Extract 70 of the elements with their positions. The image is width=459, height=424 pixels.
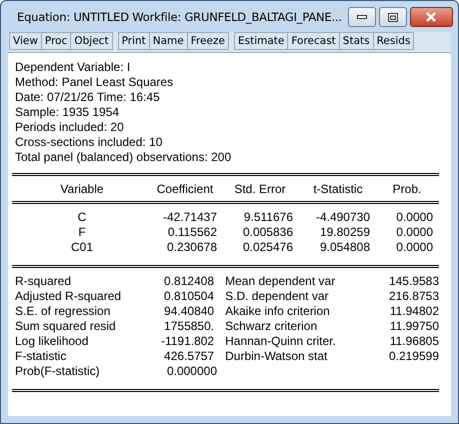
table-cell-text: 0.005836 — [242, 225, 293, 240]
header-line: Cross-sections included: 10 — [14, 135, 164, 150]
table-cell-text: -42.71437 — [162, 210, 217, 225]
toolbar-button[interactable]: View — [9, 32, 42, 50]
table-cell-text: 0.025476 — [242, 240, 293, 255]
window-title: Equation: UNTITLED Workfile: GRUNFELD_BALTAGI_PANE... — [17, 10, 342, 24]
minimize-icon — [356, 15, 367, 19]
toolbar-button[interactable]: Print — [118, 32, 150, 50]
table-cell-text: -4.490730 — [314, 210, 370, 225]
stat-label: S.E. of regression — [14, 304, 112, 319]
stat-value: 0.812408 — [163, 274, 214, 289]
header-line: Periods included: 20 — [14, 120, 125, 135]
stat-value: 94.40840 — [163, 304, 214, 319]
header-line: Dependent Variable: I — [14, 60, 132, 75]
column-header: t-Statistic — [312, 182, 364, 197]
stat-label: Hannan-Quinn criter. — [224, 334, 337, 349]
stat-label: Prob(F-statistic) — [14, 364, 101, 379]
table-cell-text: 0.0000 — [395, 225, 433, 240]
stat-value: -1191.802 — [160, 334, 214, 349]
stat-value: 11.99750 — [388, 319, 439, 334]
table-cell-text: 0.115562 — [166, 225, 217, 240]
header-line: Date: 07/21/26 Time: 16:45 — [14, 90, 161, 105]
stat-label: Log likelihood — [14, 334, 90, 349]
stat-label: S.D. dependent var — [224, 289, 330, 304]
table-cell-text: F — [77, 225, 87, 240]
stat-value: 0.219599 — [388, 349, 439, 364]
toolbar-button[interactable]: Freeze — [186, 32, 229, 50]
table-cell-text: 0.0000 — [395, 210, 433, 225]
toolbar-button[interactable]: Resids — [372, 32, 414, 50]
table-cell-text: 0.230678 — [166, 240, 217, 255]
column-header: Coefficient — [156, 182, 214, 197]
column-header: Variable — [59, 182, 105, 197]
close-icon — [425, 12, 438, 22]
stat-label: Akaike info criterion — [224, 304, 331, 319]
stat-value: 0.810504 — [163, 289, 214, 304]
toolbar-button[interactable]: Estimate — [234, 32, 288, 50]
column-header: Prob. — [392, 182, 422, 197]
toolbar-button[interactable]: Object — [70, 32, 113, 50]
table-cell-text: 19.80259 — [318, 225, 370, 240]
stat-value: 1755850. — [163, 319, 214, 334]
stat-label: Durbin-Watson stat — [224, 349, 328, 364]
column-header: Std. Error — [233, 182, 287, 197]
stat-label: R-squared — [14, 274, 72, 289]
maximize-icon — [388, 12, 398, 22]
header-line: Sample: 1935 1954 — [14, 105, 120, 120]
header-line: Total panel (balanced) observations: 200 — [14, 150, 232, 165]
stat-value: 145.9583 — [388, 274, 439, 289]
stat-label: Adjusted R-squared — [14, 289, 122, 304]
toolbar-button[interactable]: Stats — [338, 32, 374, 50]
stat-value: 426.5757 — [163, 349, 214, 364]
toolbar-button[interactable]: Name — [148, 32, 188, 50]
stat-label: F-statistic — [14, 349, 68, 364]
stat-label: Mean dependent var — [224, 274, 336, 289]
table-cell-text: C01 — [70, 240, 94, 255]
table-cell-text: C — [76, 210, 88, 225]
table-cell-text: 9.511676 — [242, 210, 293, 225]
table-cell-text: 9.054808 — [318, 240, 370, 255]
maximize-button[interactable] — [378, 7, 407, 27]
close-button[interactable] — [410, 7, 453, 27]
stat-value: 11.94802 — [388, 304, 439, 319]
stat-value: 0.000000 — [166, 364, 217, 379]
stat-label: Sum squared resid — [14, 319, 117, 334]
toolbar-button[interactable]: Proc — [40, 32, 72, 50]
toolbar-button[interactable]: Forecast — [287, 32, 340, 50]
table-cell-text: 0.0000 — [395, 240, 433, 255]
stat-label: Schwarz criterion — [224, 319, 318, 334]
stat-value: 11.96805 — [388, 334, 439, 349]
minimize-button[interactable] — [348, 7, 376, 27]
stat-value: 216.8753 — [388, 289, 439, 304]
header-line: Method: Panel Least Squares — [14, 75, 174, 90]
